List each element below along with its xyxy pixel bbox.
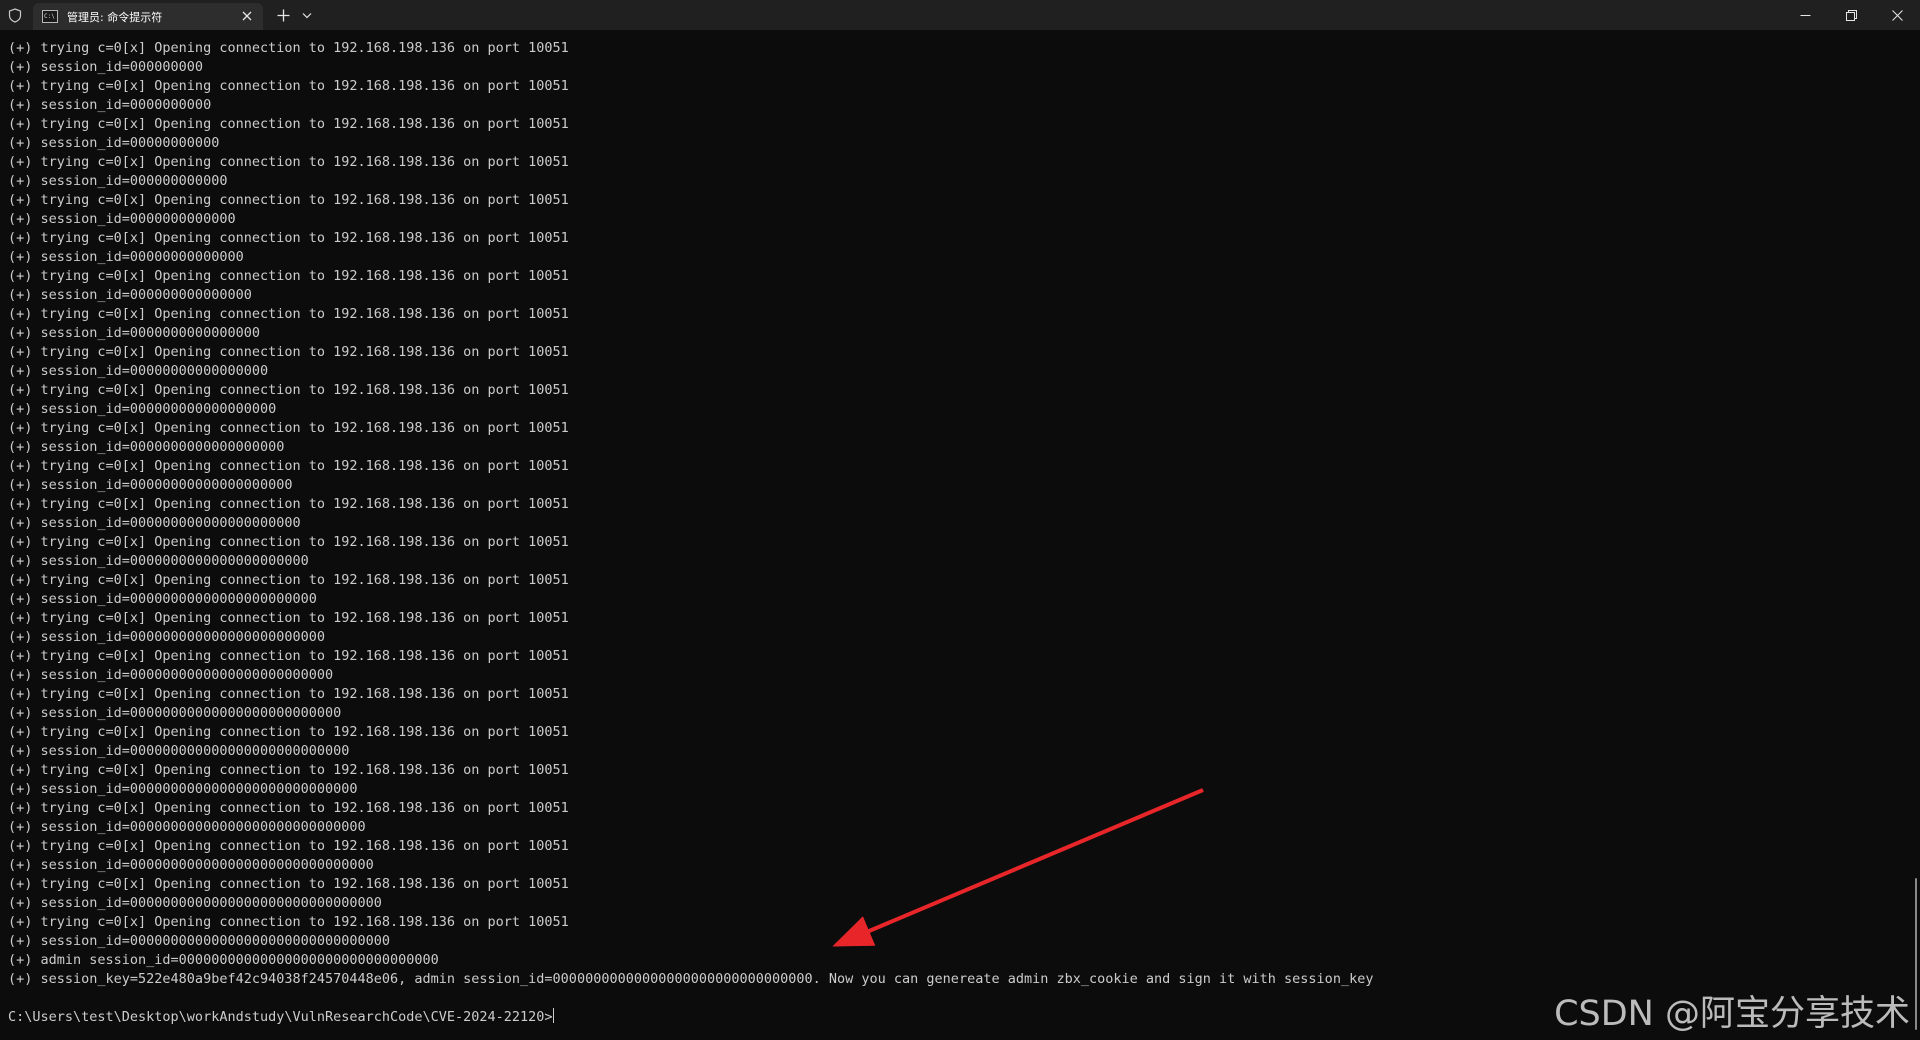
watermark: CSDN @阿宝分享技术 <box>1554 994 1910 1034</box>
console-line: (+) trying c=0[x] Opening connection to … <box>8 420 569 436</box>
console-line: (+) trying c=0[x] Opening connection to … <box>8 154 569 170</box>
tab-title: 管理员: 命令提示符 <box>67 10 163 24</box>
minimize-icon <box>1800 14 1810 16</box>
tab-command-prompt[interactable]: C:\ 管理员: 命令提示符 <box>33 3 263 30</box>
console-line: (+) session_id=00000000000000 <box>8 249 244 265</box>
chevron-down-icon <box>302 12 312 18</box>
shield-icon <box>0 0 30 30</box>
console-line: (+) session_id=00000000000000000000000 <box>8 591 317 607</box>
console-line: (+) session_id=0000000000000000 <box>8 325 260 341</box>
console-line: (+) trying c=0[x] Opening connection to … <box>8 724 569 740</box>
console-line: (+) trying c=0[x] Opening connection to … <box>8 116 569 132</box>
console-line: (+) trying c=0[x] Opening connection to … <box>8 838 569 854</box>
console-line: (+) trying c=0[x] Opening connection to … <box>8 344 569 360</box>
console-line: (+) trying c=0[x] Opening connection to … <box>8 572 569 588</box>
console-line: (+) trying c=0[x] Opening connection to … <box>8 78 569 94</box>
console-line: (+) trying c=0[x] Opening connection to … <box>8 610 569 626</box>
close-icon[interactable] <box>239 8 255 24</box>
console-line: (+) session_id=000000000000000000000 <box>8 515 301 531</box>
restore-icon <box>1845 9 1857 21</box>
console-line: (+) session_id=00000000000000000000 <box>8 477 293 493</box>
cmd-icon: C:\ <box>42 10 58 23</box>
console-output[interactable]: (+) trying c=0[x] Opening connection to … <box>8 39 1898 1039</box>
console-line: (+) trying c=0[x] Opening connection to … <box>8 496 569 512</box>
console-line: (+) session_id=000000000 <box>8 59 204 75</box>
console-line: (+) session_id=0000000000000000000000000… <box>8 705 342 721</box>
console-line: (+) session_id=000000000000 <box>8 173 228 189</box>
console-line: (+) session_id=00000000000000000 <box>8 363 269 379</box>
window-controls <box>1782 0 1920 30</box>
console-line: (+) session_id=0000000000000000000000000… <box>8 933 391 949</box>
minimize-button[interactable] <box>1782 0 1828 30</box>
console-line: (+) session_id=000000000000000000 <box>8 401 277 417</box>
console-line: (+) session_id=000000000000000000000000 <box>8 629 325 645</box>
console-line: (+) trying c=0[x] Opening connection to … <box>8 914 569 930</box>
console-line: (+) session_id=0000000000000000000000 <box>8 553 309 569</box>
console-line: (+) session_id=0000000000000000000000000… <box>8 781 358 797</box>
plus-icon <box>277 9 289 21</box>
console-line: (+) trying c=0[x] Opening connection to … <box>8 686 569 702</box>
new-tab-button[interactable] <box>269 1 297 29</box>
console-line: (+) session_id=0000000000000000000 <box>8 439 285 455</box>
console-line: (+) session_id=0000000000000000000000000… <box>8 895 382 911</box>
close-window-button[interactable] <box>1874 0 1920 30</box>
scrollbar-thumb[interactable] <box>1915 878 1917 1030</box>
console-line: (+) trying c=0[x] Opening connection to … <box>8 876 569 892</box>
console-line: (+) trying c=0[x] Opening connection to … <box>8 268 569 284</box>
console-line: (+) trying c=0[x] Opening connection to … <box>8 762 569 778</box>
console-line: (+) session_id=0000000000000000000000000… <box>8 743 350 759</box>
console-line: (+) trying c=0[x] Opening connection to … <box>8 458 569 474</box>
console-line: (+) trying c=0[x] Opening connection to … <box>8 800 569 816</box>
restore-button[interactable] <box>1828 0 1874 30</box>
console-line: (+) session_id=00000000000 <box>8 135 220 151</box>
console-line: (+) trying c=0[x] Opening connection to … <box>8 306 569 322</box>
console-line: (+) session_id=0000000000000000000000000… <box>8 819 366 835</box>
close-icon <box>1891 9 1903 21</box>
title-bar: C:\ 管理员: 命令提示符 <box>0 0 1920 30</box>
console-line: (+) session_id=0000000000000000000000000… <box>8 857 374 873</box>
console-line: (+) session_id=0000000000 <box>8 97 212 113</box>
console-line: (+) trying c=0[x] Opening connection to … <box>8 230 569 246</box>
console-line: (+) trying c=0[x] Opening connection to … <box>8 382 569 398</box>
prompt-path: C:\Users\test\Desktop\workAndstudy\VulnR… <box>8 1009 553 1025</box>
console-line: (+) session_id=0000000000000000000000000 <box>8 667 334 683</box>
console-line: (+) session_id=0000000000000 <box>8 211 236 227</box>
tab-dropdown-button[interactable] <box>297 1 317 29</box>
console-line: (+) trying c=0[x] Opening connection to … <box>8 534 569 550</box>
terminal-window: C:\ 管理员: 命令提示符 (+) trying c=0[x] Opening… <box>0 0 1920 1040</box>
console-line: (+) admin session_id=0000000000000000000… <box>8 952 439 968</box>
console-line: (+) session_id=000000000000000 <box>8 287 252 303</box>
console-line: (+) trying c=0[x] Opening connection to … <box>8 648 569 664</box>
text-cursor <box>552 1008 554 1023</box>
console-line: (+) trying c=0[x] Opening connection to … <box>8 40 569 56</box>
console-line: (+) trying c=0[x] Opening connection to … <box>8 192 569 208</box>
